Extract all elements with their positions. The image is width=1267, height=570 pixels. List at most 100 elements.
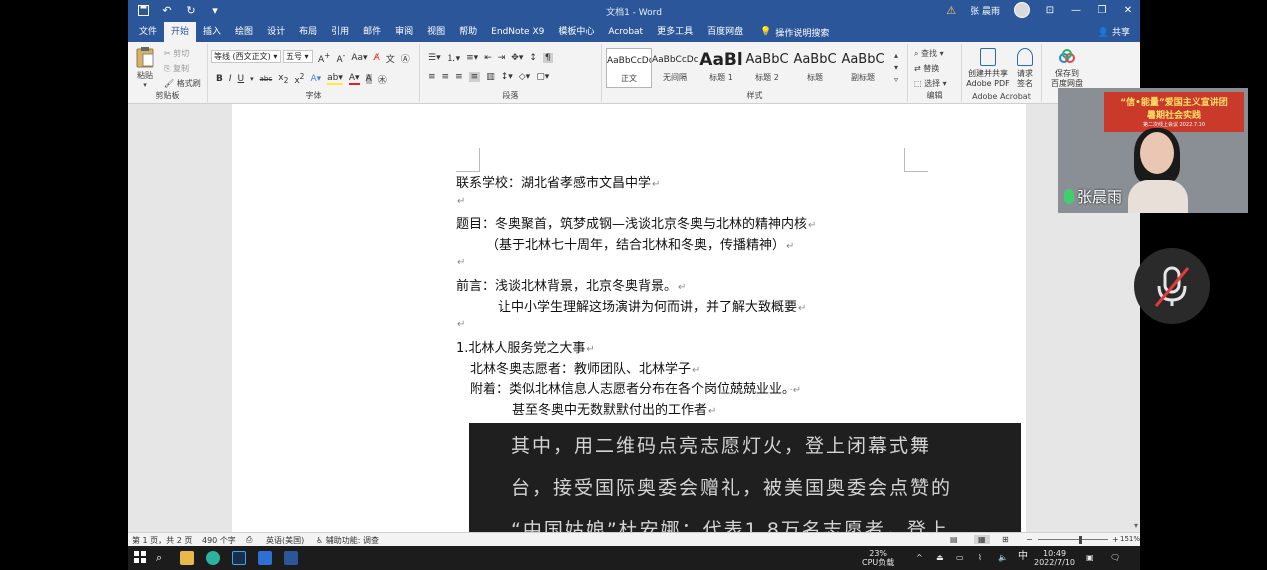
volume-icon[interactable]: 🔈 xyxy=(998,553,1008,562)
enclose-characters-icon[interactable]: Ⓐ xyxy=(401,52,410,65)
tab-references[interactable]: 引用 xyxy=(324,22,356,42)
underline-icon[interactable]: U xyxy=(238,74,245,84)
doc-line-topic-note[interactable]: （基于北林七十周年，结合北林和冬奥，传播精神）↵ xyxy=(486,234,794,253)
style-no-spacing[interactable]: AaBbCcDc 无间隔 xyxy=(652,48,698,88)
cpu-load[interactable]: 23% CPU负载 xyxy=(862,549,894,567)
accessibility-status[interactable]: ♿ 辅助功能: 调查 xyxy=(316,535,379,546)
close-button[interactable]: ✕ xyxy=(1122,5,1134,16)
doc-line-blank-3[interactable]: ↵ xyxy=(456,316,465,331)
justify-icon[interactable]: ≡ xyxy=(468,72,481,82)
doc-line-volunteers[interactable]: 北林冬奥志愿者：教师团队、北林学子↵ xyxy=(470,358,700,377)
multilevel-list-icon[interactable]: ≡▾ xyxy=(466,53,478,63)
style-heading-1[interactable]: AaBl 标题 1 xyxy=(698,48,744,88)
warning-icon[interactable]: ⚠ xyxy=(946,4,956,17)
strikethrough-icon[interactable]: abc xyxy=(260,75,273,83)
input-method-indicator[interactable]: 中 xyxy=(1018,552,1028,562)
usb-icon[interactable]: ⏏ xyxy=(936,553,944,562)
underline-dropdown-icon[interactable]: ▾ xyxy=(250,75,254,83)
style-subtitle[interactable]: AaBbC 副标题 xyxy=(840,48,886,88)
numbering-icon[interactable]: ⒈▾ xyxy=(447,51,461,64)
subscript-icon[interactable]: x2 xyxy=(278,73,288,85)
paste-button[interactable]: 粘贴 ▾ xyxy=(134,46,156,89)
text-effects-icon[interactable]: A▾ xyxy=(310,74,321,84)
create-share-pdf-button[interactable]: 创建并共享 Adobe PDF xyxy=(966,48,1010,89)
minimize-button[interactable]: — xyxy=(1070,5,1082,16)
print-layout-icon[interactable]: ▦ xyxy=(974,535,990,544)
phonetic-guide-icon[interactable]: 文 xyxy=(386,52,395,65)
word-count[interactable]: 490 个字 xyxy=(202,535,236,546)
page-count[interactable]: 第 1 页，共 2 页 xyxy=(132,535,192,546)
doc-line-workers[interactable]: 甚至冬奥中无数默默付出的工作者↵ xyxy=(512,399,716,418)
grow-font-icon[interactable]: A+ xyxy=(318,51,330,65)
zoom-slider[interactable] xyxy=(1038,536,1108,544)
scroll-down-icon[interactable]: ▾ xyxy=(1134,521,1138,530)
document-page[interactable]: 联系学校：湖北省孝感市文昌中学↵ ↵ 题目：冬奥聚首，筑梦成钢—浅谈北京冬奥与北… xyxy=(232,104,1026,541)
borders-icon[interactable]: ▢▾ xyxy=(536,72,549,82)
zoom-in-button[interactable]: + xyxy=(1112,535,1119,544)
doc-line-preface-note[interactable]: 让中小学生理解这场演讲为何而讲，并了解大致概要↵ xyxy=(498,296,806,315)
zoom-level[interactable]: 151% xyxy=(1120,535,1140,543)
battery-icon[interactable]: ▭ xyxy=(956,553,964,562)
styles-scroll[interactable]: ▴ ▾ ▿ xyxy=(894,50,898,86)
tab-help[interactable]: 帮助 xyxy=(452,22,484,42)
tab-file[interactable]: 文件 xyxy=(132,22,164,42)
meeting-app-icon[interactable] xyxy=(258,551,272,565)
language[interactable]: 英语(美国) xyxy=(266,535,304,546)
tab-draw[interactable]: 绘图 xyxy=(228,22,260,42)
shrink-font-icon[interactable]: A- xyxy=(336,51,345,65)
doc-line-blank-2[interactable]: ↵ xyxy=(456,254,465,269)
search-icon[interactable]: ⌕ xyxy=(156,551,170,565)
tab-insert[interactable]: 插入 xyxy=(196,22,228,42)
read-mode-icon[interactable]: ▤ xyxy=(950,535,958,544)
font-color-icon[interactable]: A▾ xyxy=(348,73,360,85)
highlight-icon[interactable]: ab▾ xyxy=(327,73,343,85)
line-spacing-icon[interactable]: ↕▾ xyxy=(501,72,513,82)
tray-expand-icon[interactable]: ^ xyxy=(916,553,923,562)
font-size-select[interactable]: 五号 ▾ xyxy=(283,50,313,63)
windows-start-icon[interactable] xyxy=(134,551,148,565)
change-case-icon[interactable]: Aa▾ xyxy=(351,53,367,63)
user-name[interactable]: 张 晨雨 xyxy=(970,4,1000,17)
mute-button[interactable] xyxy=(1134,248,1210,324)
character-shading-icon[interactable]: A xyxy=(365,74,372,84)
replace-button[interactable]: ⇄ 替换 xyxy=(914,63,939,74)
proofing-icon[interactable]: ⎙ xyxy=(246,535,252,545)
tell-me-search[interactable]: 💡 操作说明搜索 xyxy=(750,26,829,39)
find-button[interactable]: ⌕ 查找 ▾ xyxy=(914,48,944,59)
photoshop-icon[interactable] xyxy=(232,551,246,565)
bold-icon[interactable]: B xyxy=(216,74,223,84)
style-normal[interactable]: AaBbCcDc 正文 xyxy=(606,48,652,88)
avatar[interactable] xyxy=(1014,2,1030,18)
show-marks-icon[interactable]: ¶ xyxy=(542,52,553,63)
save-to-baidu-button[interactable]: 保存到 百度网盘 xyxy=(1044,48,1090,89)
cut-button[interactable]: ✂ 剪切 xyxy=(164,48,189,59)
file-explorer-icon[interactable] xyxy=(180,551,194,565)
tab-baidu-netdisk[interactable]: 百度网盘 xyxy=(700,22,750,42)
wifi-icon[interactable]: ⌇ xyxy=(978,553,982,562)
word-taskbar-icon[interactable] xyxy=(284,551,298,565)
tab-endnote[interactable]: EndNote X9 xyxy=(484,22,551,42)
show-desktop-icon[interactable]: ▣ xyxy=(1086,553,1094,562)
doc-line-section-1[interactable]: 1.北林人服务党之大事↵ xyxy=(456,337,595,356)
sort-icon[interactable]: ↕ xyxy=(529,53,537,63)
distributed-icon[interactable]: ▥ xyxy=(486,72,495,82)
doc-line-school[interactable]: 联系学校：湖北省孝感市文昌中学↵ xyxy=(456,172,660,191)
select-button[interactable]: ⬚ 选择 ▾ xyxy=(914,78,947,89)
edge-icon[interactable] xyxy=(206,551,220,565)
decrease-indent-icon[interactable]: ⇤ xyxy=(484,53,492,63)
zoom-out-button[interactable]: − xyxy=(1026,535,1033,544)
chinese-layout-icon[interactable]: ✥▾ xyxy=(511,53,523,63)
clear-formatting-icon[interactable]: A̸ xyxy=(374,53,380,63)
doc-line-preface[interactable]: 前言：浅谈北林背景，北京冬奥背景。↵ xyxy=(456,275,686,294)
tab-template-center[interactable]: 模板中心 xyxy=(551,22,601,42)
ribbon-display-icon[interactable]: ⊡ xyxy=(1044,5,1056,16)
superscript-icon[interactable]: x2 xyxy=(294,72,304,86)
tab-mailings[interactable]: 邮件 xyxy=(356,22,388,42)
style-heading-2[interactable]: AaBbC 标题 2 xyxy=(744,48,790,88)
doc-line-blank-1[interactable]: ↵ xyxy=(456,193,465,208)
tab-acrobat[interactable]: Acrobat xyxy=(601,22,650,42)
increase-indent-icon[interactable]: ⇥ xyxy=(498,53,506,63)
tab-view[interactable]: 视图 xyxy=(420,22,452,42)
restore-button[interactable]: ❐ xyxy=(1096,5,1108,16)
zoom-slider-thumb[interactable] xyxy=(1079,536,1082,544)
